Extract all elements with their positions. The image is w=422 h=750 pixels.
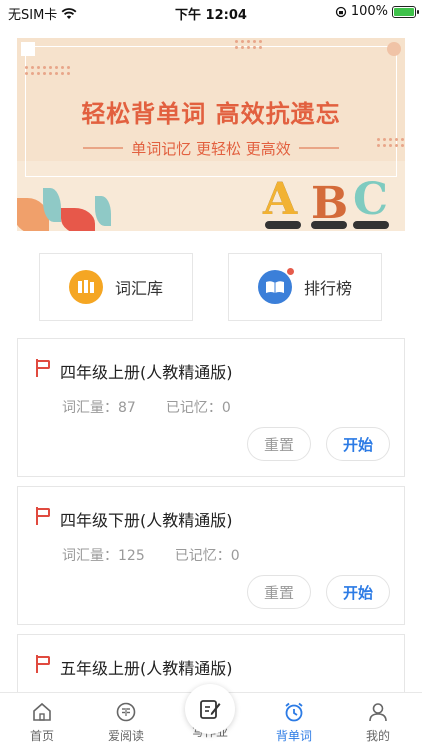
tab-home[interactable]: 首页: [12, 701, 72, 744]
leaf-decoration: [43, 188, 61, 222]
alarm-clock-icon: [285, 702, 303, 722]
reset-button[interactable]: 重置: [247, 575, 311, 609]
flag-icon: [36, 507, 52, 525]
battery-fill: [394, 7, 414, 16]
tab-home-label: 首页: [29, 729, 54, 743]
memorized-count: 已记忆：0: [165, 400, 231, 416]
leaderboard-button[interactable]: 排行榜: [228, 253, 382, 321]
banner-corner-decoration: [387, 42, 401, 56]
tab-profile[interactable]: 我的: [348, 701, 408, 744]
book-title: 四年级下册(人教精通版): [60, 511, 233, 530]
flag-icon: [36, 359, 52, 377]
book-card: 四年级上册(人教精通版) 词汇量：87 已记忆：0 重置 开始: [17, 338, 405, 477]
leaf-decoration: [61, 208, 95, 231]
book-stack-icon: [68, 270, 103, 304]
start-button[interactable]: 开始: [326, 427, 390, 461]
book-stats: 词汇量：87 已记忆：0: [62, 397, 231, 417]
battery-percent: 100%: [350, 4, 388, 19]
status-bar: 无SIM卡 下午 12:04 100%: [0, 0, 422, 24]
dot-pattern-decoration: [25, 66, 70, 75]
start-button[interactable]: 开始: [326, 575, 390, 609]
book-title: 四年级上册(人教精通版): [60, 363, 233, 382]
cart-decoration: [265, 221, 301, 229]
tab-reading-label: 爱阅读: [107, 729, 144, 743]
tab-vocabulary-label: 背单词: [275, 729, 312, 743]
flag-icon: [36, 655, 52, 673]
page: 轻松背单词 高效抗遗忘 单词记忆 更轻松 更高效 A B C 词汇库 排行榜 四…: [0, 24, 422, 704]
notification-badge: [285, 267, 295, 276]
homework-icon: [200, 700, 221, 719]
cart-decoration: [311, 221, 347, 229]
tab-vocabulary[interactable]: 背单词: [264, 701, 324, 744]
promo-banner[interactable]: 轻松背单词 高效抗遗忘 单词记忆 更轻松 更高效 A B C: [17, 38, 405, 231]
book-stats: 词汇量：125 已记忆：0: [62, 545, 240, 565]
tab-profile-label: 我的: [365, 729, 390, 743]
vocab-count: 词汇量：87: [62, 400, 136, 416]
status-right: 100%: [335, 4, 419, 19]
user-icon: [369, 703, 387, 722]
banner-divider: [299, 147, 339, 149]
leaderboard-label: 排行榜: [303, 279, 352, 298]
leaf-decoration: [95, 196, 111, 226]
book-card: 四年级下册(人教精通版) 词汇量：125 已记忆：0 重置 开始: [17, 486, 405, 625]
banner-subtitle: 单词记忆 更轻松 更高效: [131, 140, 291, 158]
home-icon: [33, 702, 51, 721]
open-book-icon: [257, 267, 295, 304]
cart-decoration: [353, 221, 389, 229]
banner-corner-decoration: [21, 42, 35, 56]
tab-reading[interactable]: 爱阅读: [96, 701, 156, 744]
reset-button[interactable]: 重置: [247, 427, 311, 461]
memorized-count: 已记忆：0: [174, 548, 240, 564]
vocabulary-library-label: 词汇库: [114, 279, 163, 298]
banner-title: 轻松背单词 高效抗遗忘: [81, 100, 341, 128]
letter-a: A: [263, 174, 298, 225]
battery-icon: [392, 5, 419, 18]
vocabulary-library-button[interactable]: 词汇库: [39, 253, 193, 321]
vocab-count: 词汇量：125: [62, 548, 145, 564]
homework-center-button[interactable]: [185, 684, 235, 734]
orientation-lock-icon: [335, 6, 346, 17]
dot-pattern-decoration: [235, 40, 262, 49]
letter-c: C: [353, 174, 389, 225]
reading-icon: [116, 702, 136, 722]
book-title: 五年级上册(人教精通版): [60, 659, 233, 678]
